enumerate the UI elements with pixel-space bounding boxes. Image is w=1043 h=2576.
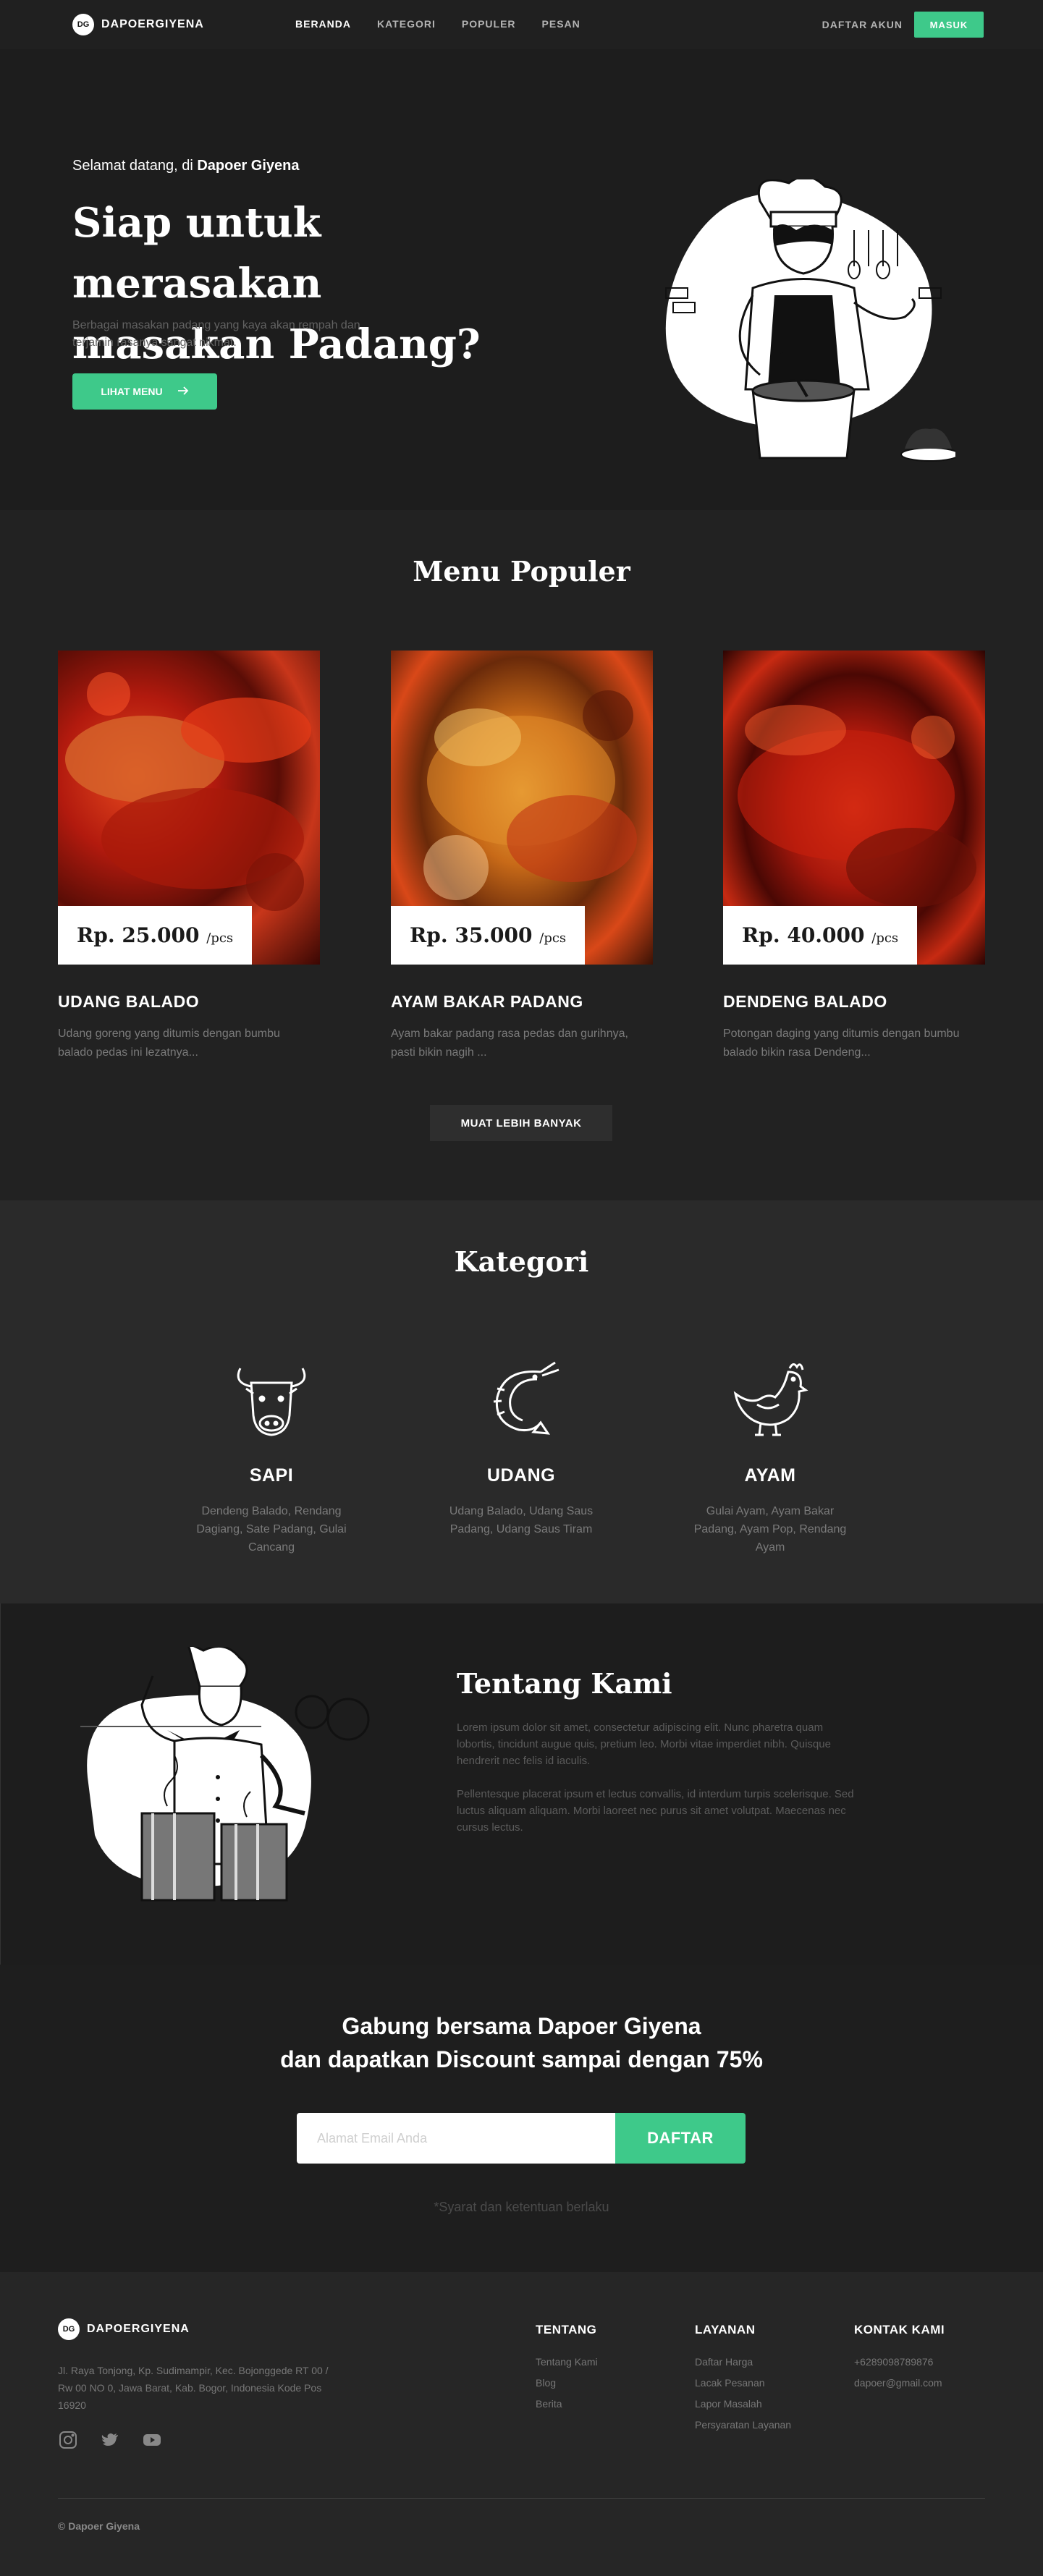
menu-description: Ayam bakar padang rasa pedas dan gurihny… [391, 1028, 628, 1059]
nav-link-kategori[interactable]: KATEGORI [377, 18, 436, 30]
footer: DG DAPOERGIYENA Jl. Raya Tonjong, Kp. Su… [0, 2272, 1043, 2576]
terms-note: *Syarat dan ketentuan berlaku [434, 2200, 609, 2214]
footer-col-kontak: KONTAK KAMI +6289098789876 dapoer@gmail.… [854, 2323, 945, 2394]
hero-section: Selamat datang, di Dapoer Giyena Siap un… [0, 49, 1043, 510]
youtube-icon[interactable] [142, 2430, 162, 2450]
chef-illustration [651, 175, 960, 469]
logo-mark: DG [72, 14, 94, 35]
footer-col-title: LAYANAN [695, 2323, 756, 2336]
footer-link[interactable]: Blog [536, 2373, 598, 2394]
menu-name: DENDENG BALADO [723, 992, 887, 1011]
hero-greeting: Selamat datang, di Dapoer Giyena [72, 158, 300, 174]
logo-text: DAPOERGIYENA [87, 2323, 190, 2335]
about-title: Tentang Kami [457, 1667, 672, 1700]
view-menu-button[interactable]: LIHAT MENU [72, 373, 217, 410]
chicken-icon [725, 1354, 816, 1445]
email-input[interactable] [297, 2113, 615, 2164]
chef-cooking-illustration [73, 1643, 392, 1922]
category-udang[interactable]: UDANG Udang Balado, Udang Saus Padang, U… [434, 1354, 608, 1538]
price-tag: Rp. 25.000 /pcs [58, 906, 253, 965]
footer-col-tentang: TENTANG Tentang Kami Blog Berita [536, 2323, 598, 2415]
footer-col-title: TENTANG [536, 2323, 597, 2336]
footer-logo[interactable]: DG DAPOERGIYENA [58, 2318, 190, 2340]
footer-link[interactable]: Lacak Pesanan [695, 2373, 791, 2394]
about-paragraph-2: Pellentesque placerat ipsum et lectus co… [457, 1788, 854, 1834]
copyright: © Dapoer Giyena [58, 2520, 140, 2532]
view-menu-label: LIHAT MENU [101, 386, 163, 397]
about-section: Tentang Kami Lorem ipsum dolor sit amet,… [0, 1603, 1043, 1965]
newsletter-title-line2: dan dapatkan Discount sampai dengan 75% [280, 2046, 763, 2072]
nav-link-populer[interactable]: POPULER [462, 18, 516, 30]
social-links [58, 2430, 162, 2450]
category-description: Gulai Ayam, Ayam Bakar Padang, Ayam Pop,… [693, 1505, 847, 1554]
category-description: Udang Balado, Udang Saus Padang, Udang S… [449, 1505, 594, 1535]
newsletter-title: Gabung bersama Dapoer Giyena dan dapatka… [0, 2009, 1043, 2076]
footer-col-layanan: LAYANAN Daftar Harga Lacak Pesanan Lapor… [695, 2323, 791, 2436]
category-ayam[interactable]: AYAM Gulai Ayam, Ayam Bakar Padang, Ayam… [683, 1354, 857, 1556]
footer-email[interactable]: dapoer@gmail.com [854, 2373, 945, 2394]
popular-menu-section: Menu Populer Rp. 25.000 /pcs UDANG BALAD… [0, 510, 1043, 1200]
category-description: Dendeng Balado, Rendang Dagiang, Sate Pa… [196, 1505, 347, 1554]
footer-col-title: KONTAK KAMI [854, 2323, 945, 2336]
footer-link[interactable]: Tentang Kami [536, 2352, 598, 2373]
top-navbar: DG DAPOERGIYENA BERANDA KATEGORI POPULER… [0, 0, 1043, 49]
menu-name: UDANG BALADO [58, 992, 200, 1011]
price-unit: /pcs [539, 931, 567, 946]
category-section: Kategori SAPI Dendeng Balado, Rendang Da… [0, 1200, 1043, 1603]
footer-link[interactable]: Lapor Masalah [695, 2394, 791, 2415]
cow-icon [226, 1354, 317, 1445]
register-link[interactable]: DAFTAR AKUN [822, 19, 903, 30]
price-value: Rp. 25.000 [77, 923, 200, 947]
load-more-button[interactable]: MUAT LEBIH BANYAK [430, 1105, 612, 1141]
newsletter-form: DAFTAR [297, 2113, 746, 2164]
price-value: Rp. 35.000 [410, 923, 533, 947]
menu-description: Udang goreng yang ditumis dengan bumbu b… [58, 1028, 280, 1059]
subscribe-button[interactable]: DAFTAR [615, 2113, 746, 2164]
category-name: SAPI [249, 1465, 294, 1486]
category-title: Kategori [454, 1245, 589, 1278]
login-button[interactable]: MASUK [914, 12, 984, 38]
logo-text: DAPOERGIYENA [101, 18, 204, 30]
nav-actions: DAFTAR AKUN MASUK [822, 12, 984, 38]
menu-card-ayam-bakar[interactable]: Rp. 35.000 /pcs AYAM BAKAR PADANG Ayam b… [391, 651, 653, 1062]
logo-mark: DG [58, 2318, 80, 2340]
instagram-icon[interactable] [58, 2430, 78, 2450]
newsletter-section: Gabung bersama Dapoer Giyena dan dapatka… [0, 1965, 1043, 2272]
footer-link[interactable]: Persyaratan Layanan [695, 2415, 791, 2436]
menu-photo: Rp. 35.000 /pcs [391, 651, 653, 965]
twitter-icon[interactable] [100, 2430, 120, 2450]
menu-name: AYAM BAKAR PADANG [391, 992, 583, 1011]
category-sapi[interactable]: SAPI Dendeng Balado, Rendang Dagiang, Sa… [185, 1354, 358, 1556]
price-unit: /pcs [871, 931, 899, 946]
about-paragraph-1: Lorem ipsum dolor sit amet, consectetur … [457, 1721, 831, 1767]
greeting-prefix: Selamat datang, di [72, 158, 198, 174]
price-tag: Rp. 40.000 /pcs [723, 906, 918, 965]
popular-title: Menu Populer [413, 555, 630, 588]
footer-link[interactable]: Daftar Harga [695, 2352, 791, 2373]
newsletter-title-line1: Gabung bersama Dapoer Giyena [342, 2013, 701, 2039]
price-unit: /pcs [206, 931, 234, 946]
category-name: UDANG [486, 1465, 556, 1486]
nav-link-beranda[interactable]: BERANDA [295, 18, 351, 30]
footer-link[interactable]: Berita [536, 2394, 598, 2415]
menu-card-dendeng-balado[interactable]: Rp. 40.000 /pcs DENDENG BALADO Potongan … [723, 651, 985, 1062]
footer-address: Jl. Raya Tonjong, Kp. Sudimampir, Kec. B… [58, 2365, 329, 2411]
footer-phone[interactable]: +6289098789876 [854, 2352, 945, 2373]
price-tag: Rp. 35.000 /pcs [391, 906, 586, 965]
nav-link-pesan[interactable]: PESAN [542, 18, 580, 30]
menu-photo: Rp. 25.000 /pcs [58, 651, 320, 965]
greeting-brand: Dapoer Giyena [197, 158, 300, 174]
price-value: Rp. 40.000 [742, 923, 865, 947]
menu-photo: Rp. 40.000 /pcs [723, 651, 985, 965]
brand-logo[interactable]: DG DAPOERGIYENA [72, 14, 204, 35]
menu-description: Potongan daging yang ditumis dengan bumb… [723, 1028, 960, 1059]
category-name: AYAM [744, 1465, 796, 1486]
shrimp-icon [476, 1354, 567, 1445]
footer-divider [58, 2498, 985, 2499]
arrow-right-icon [177, 386, 189, 398]
main-nav: BERANDA KATEGORI POPULER PESAN [295, 18, 580, 30]
hero-description: Berbagai masakan padang yang kaya akan r… [72, 319, 360, 349]
menu-card-udang-balado[interactable]: Rp. 25.000 /pcs UDANG BALADO Udang goren… [58, 651, 320, 1062]
